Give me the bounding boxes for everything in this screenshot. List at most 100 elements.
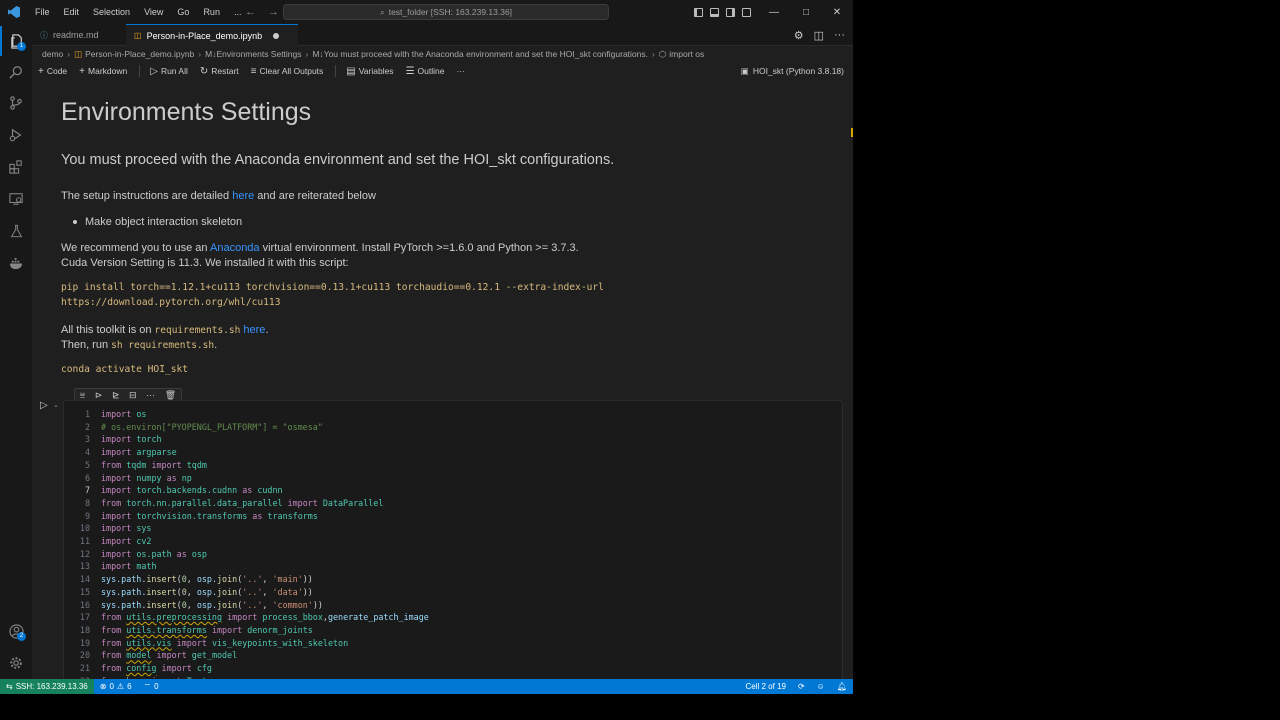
minimize-button[interactable]: — [758, 0, 790, 24]
more-actions-icon[interactable]: ··· [834, 29, 845, 41]
vscode-window: File Edit Selection View Go Run ... ← → … [0, 0, 853, 694]
info-icon: ⓘ [40, 30, 48, 40]
run-all-icon: ▷ [150, 65, 158, 77]
remote-icon: ⇆ [6, 682, 13, 691]
code-text: import torch.backends.cudnn as cudnn [101, 485, 283, 496]
add-markdown-label: Markdown [88, 66, 128, 76]
unsaved-dot-icon[interactable] [273, 32, 280, 39]
restart-button[interactable]: ↻ Restart [200, 66, 239, 77]
run-all-label: Run All [160, 66, 188, 76]
execute-below-icon[interactable]: ⊵ [112, 390, 120, 401]
run-by-line-icon[interactable]: ⩸ [80, 390, 85, 401]
restart-icon: ↻ [199, 65, 209, 77]
split-editor-icon[interactable]: ◫ [814, 29, 824, 42]
feedback-icon[interactable]: ☺ [811, 682, 831, 691]
kernel-picker[interactable]: ▣ HOI_skt (Python 3.8.18) [741, 62, 844, 80]
code-text: import sys [101, 523, 152, 534]
search-view-icon[interactable] [0, 57, 32, 87]
outline-button[interactable]: ☰ Outline [406, 66, 445, 77]
explorer-icon[interactable]: 1 [0, 26, 32, 56]
setup-link[interactable]: here [232, 190, 254, 202]
breadcrumb-heading[interactable]: M↓Environments Settings [205, 49, 301, 59]
anaconda-link[interactable]: Anaconda [210, 242, 260, 254]
run-debug-icon[interactable] [0, 120, 32, 150]
breadcrumb-folder[interactable]: demo [42, 49, 63, 59]
toggle-secondary-sidebar-icon[interactable] [726, 7, 735, 17]
extensions-icon[interactable] [0, 152, 32, 182]
code-text: # os.environ["PYOPENGL_PLATFORM"] = "osm… [101, 421, 323, 432]
ports-count: 0 [154, 682, 159, 691]
toolbar-divider [139, 65, 141, 77]
tab-label: Person-in-Place_demo.ipynb [146, 30, 263, 41]
customize-layout-icon[interactable] [742, 7, 751, 17]
menu-view[interactable]: View [137, 0, 170, 24]
toggle-panel-icon[interactable] [710, 7, 719, 17]
code-text: sys.path.insert(0, osp.join('..', 'commo… [101, 599, 323, 610]
code-cell[interactable]: 1 import os 2 # os.environ["PYOPENGL_PLATFO… [63, 400, 843, 686]
docker-icon[interactable] [0, 248, 32, 278]
more-toolbar-button[interactable]: ··· [456, 66, 465, 76]
split-cell-icon[interactable]: ⊟ [129, 390, 137, 401]
outline-icon: ☰ [405, 65, 415, 77]
line-number: 9 [84, 510, 90, 521]
kernel-label: HOI_skt (Python 3.8.18) [752, 66, 844, 76]
vscode-logo-icon [0, 0, 28, 24]
remote-explorer-icon[interactable] [0, 184, 32, 214]
breadcrumb-cell[interactable]: import os [669, 49, 704, 59]
breadcrumb-file[interactable]: Person-in-Place_demo.ipynb [85, 49, 194, 59]
breadcrumb-subheading[interactable]: M↓You must proceed with the Anaconda env… [312, 49, 648, 59]
execute-above-icon[interactable]: ⊳ [95, 390, 103, 401]
delete-cell-icon[interactable]: 🗑 [165, 390, 176, 401]
remote-indicator[interactable]: ⇆ SSH: 163.239.13.36 [0, 679, 94, 694]
breadcrumb: demo › ◫ Person-in-Place_demo.ipynb › M↓… [32, 46, 853, 62]
source-control-icon[interactable] [0, 88, 32, 118]
page-title: Environments Settings [61, 98, 312, 126]
variables-button[interactable]: ▤ Variables [346, 66, 393, 77]
more-icon[interactable]: ··· [146, 390, 155, 400]
add-markdown-cell-button[interactable]: + Markdown [79, 66, 127, 77]
notebook-file-icon: ◫ [74, 48, 83, 59]
toolkit-text: All this toolkit is on [61, 324, 155, 336]
command-center[interactable]: ⌕ test_folder [SSH: 163.239.13.36] [283, 4, 609, 20]
restart-label: Restart [211, 66, 239, 76]
menu-file[interactable]: File [28, 0, 57, 24]
nav-arrows: ← → [245, 0, 279, 24]
clear-outputs-label: Clear All Outputs [259, 66, 324, 76]
menu-go[interactable]: Go [170, 0, 196, 24]
run-all-button[interactable]: ▷ Run All [150, 66, 188, 77]
toolkit-end: . [265, 324, 269, 336]
layout-controls [694, 0, 751, 24]
gear-icon[interactable] [0, 648, 32, 678]
cell-position[interactable]: Cell 2 of 19 [740, 682, 792, 691]
accounts-icon[interactable]: 2 [0, 616, 32, 646]
ports-indicator[interactable]: ⌔ 0 [138, 682, 165, 692]
clear-outputs-button[interactable]: ≡ Clear All Outputs [251, 66, 324, 77]
tab-readme[interactable]: ⓘ readme.md [32, 24, 126, 46]
line-number: 12 [79, 548, 90, 559]
add-code-cell-button[interactable]: + Code [38, 66, 67, 77]
line-number: 3 [84, 434, 90, 445]
arrow-left-icon[interactable]: ← [245, 6, 256, 18]
gear-icon[interactable]: ⚙ [794, 29, 804, 42]
testing-icon[interactable] [0, 216, 32, 246]
menu-edit[interactable]: Edit [57, 0, 87, 24]
menu-run[interactable]: Run [196, 0, 227, 24]
chevron-right-icon: › [198, 49, 202, 59]
code-text: from config import cfg [101, 663, 212, 673]
bell-icon[interactable]: 🔔︎ [831, 682, 853, 691]
menu-selection[interactable]: Selection [86, 0, 137, 24]
tab-notebook[interactable]: ◫ Person-in-Place_demo.ipynb [126, 24, 298, 46]
line-number: 7 [84, 485, 90, 496]
chevron-down-icon[interactable]: ⌄ [53, 401, 59, 409]
toolkit-link[interactable]: here [243, 324, 265, 336]
problems-indicator[interactable]: ⊗ 0 ⚠ 6 [94, 682, 138, 691]
run-cell-icon[interactable]: ▷ [40, 400, 48, 411]
toggle-primary-sidebar-icon[interactable] [694, 7, 703, 17]
code-text: from model import get_model [101, 650, 238, 661]
maximize-button[interactable]: □ [790, 0, 822, 24]
code-text: import cv2 [101, 536, 152, 546]
sync-icon[interactable]: ⟳ [792, 682, 811, 691]
run-end: . [214, 339, 218, 351]
arrow-right-icon[interactable]: → [268, 6, 279, 18]
close-window-button[interactable]: ✕ [821, 0, 853, 24]
